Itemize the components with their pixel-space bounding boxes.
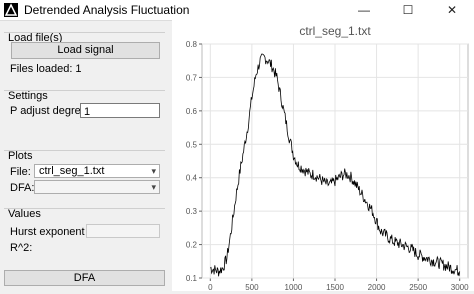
app-icon: [4, 3, 18, 17]
dfa-select[interactable]: ▾: [34, 180, 160, 194]
y-tick-label: 0.8: [186, 40, 198, 49]
x-tick-label: 2500: [409, 283, 427, 291]
r2-label: R^2:: [10, 242, 32, 254]
x-tick-label: 500: [245, 283, 259, 291]
dfa-button[interactable]: DFA: [4, 270, 165, 286]
y-tick-label: 0.1: [186, 274, 198, 283]
values-title: Values: [8, 208, 41, 220]
p-adjust-input[interactable]: 1: [80, 103, 160, 118]
file-select[interactable]: ctrl_seg_1.txt ▾: [34, 164, 160, 178]
chevron-down-icon: ▾: [151, 183, 156, 192]
chevron-down-icon: ▾: [151, 167, 156, 176]
x-tick-label: 1500: [326, 283, 344, 291]
settings-title: Settings: [8, 90, 48, 102]
hurst-value-field: [86, 224, 160, 238]
y-tick-label: 0.6: [186, 107, 198, 116]
chart-title: ctrl_seg_1.txt: [299, 24, 371, 38]
title-bar: Detrended Analysis Fluctuation — ☐ ✕: [0, 0, 474, 21]
hurst-label: Hurst exponent h:: [10, 226, 97, 238]
file-label: File:: [10, 166, 31, 178]
close-button[interactable]: ✕: [430, 0, 474, 20]
x-tick-label: 0: [208, 283, 213, 291]
dfa-label: DFA:: [10, 182, 34, 194]
window-title: Detrended Analysis Fluctuation: [24, 3, 189, 17]
y-tick-label: 0.7: [186, 73, 198, 82]
x-tick-label: 2000: [368, 283, 386, 291]
x-tick-label: 1000: [285, 283, 303, 291]
minimize-button[interactable]: —: [342, 0, 386, 20]
files-loaded-status: Files loaded: 1: [10, 63, 82, 75]
y-tick-label: 0.3: [186, 207, 198, 216]
line-chart: ctrl_seg_1.txt 0 500 1000 1500 2000 2500 3000 0.…: [172, 20, 474, 291]
load-signal-button[interactable]: Load signal: [11, 42, 160, 59]
maximize-button[interactable]: ☐: [386, 0, 430, 20]
plot-area: ctrl_seg_1.txt 0 500 1000 1500 2000 2500 3000 0.…: [172, 20, 474, 291]
y-tick-label: 0.5: [186, 140, 198, 149]
y-tick-label: 0.2: [186, 241, 198, 250]
plots-title: Plots: [8, 150, 32, 162]
file-select-value: ctrl_seg_1.txt: [39, 165, 104, 177]
p-adjust-label: P adjust degree:: [10, 105, 90, 117]
x-tick-label: 3000: [451, 283, 469, 291]
y-tick-label: 0.4: [186, 174, 198, 183]
